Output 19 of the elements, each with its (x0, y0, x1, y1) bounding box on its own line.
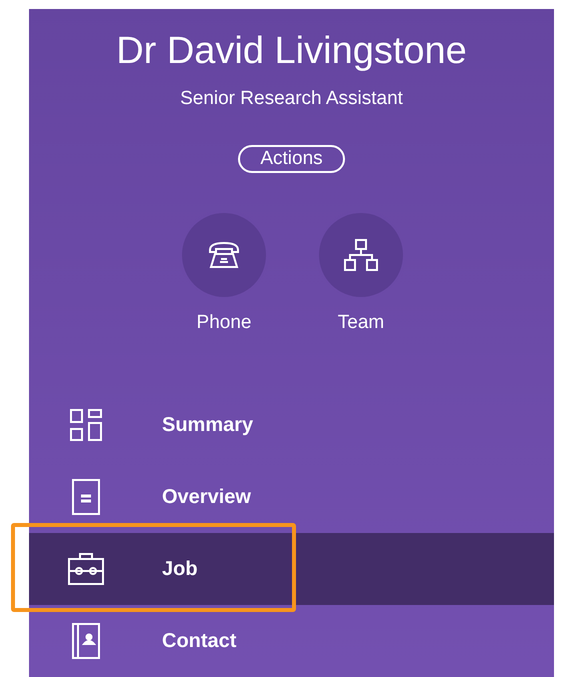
address-book-icon (71, 622, 101, 660)
telephone-icon (207, 240, 241, 270)
job-title: Senior Research Assistant (180, 87, 403, 111)
nav-label: Job (162, 558, 198, 580)
nav-item[interactable]: Summary (29, 389, 554, 461)
nav-item[interactable]: Contact (29, 605, 554, 677)
org-chart-icon (343, 238, 379, 272)
quick-action-label: Phone (196, 311, 252, 335)
grid-icon (69, 408, 103, 442)
nav-item[interactable]: Overview (29, 461, 554, 533)
person-name: Dr David Livingstone (116, 29, 467, 73)
nav-label: Summary (162, 414, 254, 436)
nav-label: Overview (162, 486, 251, 508)
nav-item[interactable]: Job (29, 533, 554, 605)
nav-label: Contact (162, 630, 236, 652)
quick-action-label: Team (338, 311, 384, 335)
document-icon (71, 478, 101, 516)
briefcase-icon (67, 552, 105, 586)
actions-button[interactable]: Actions (238, 145, 345, 173)
